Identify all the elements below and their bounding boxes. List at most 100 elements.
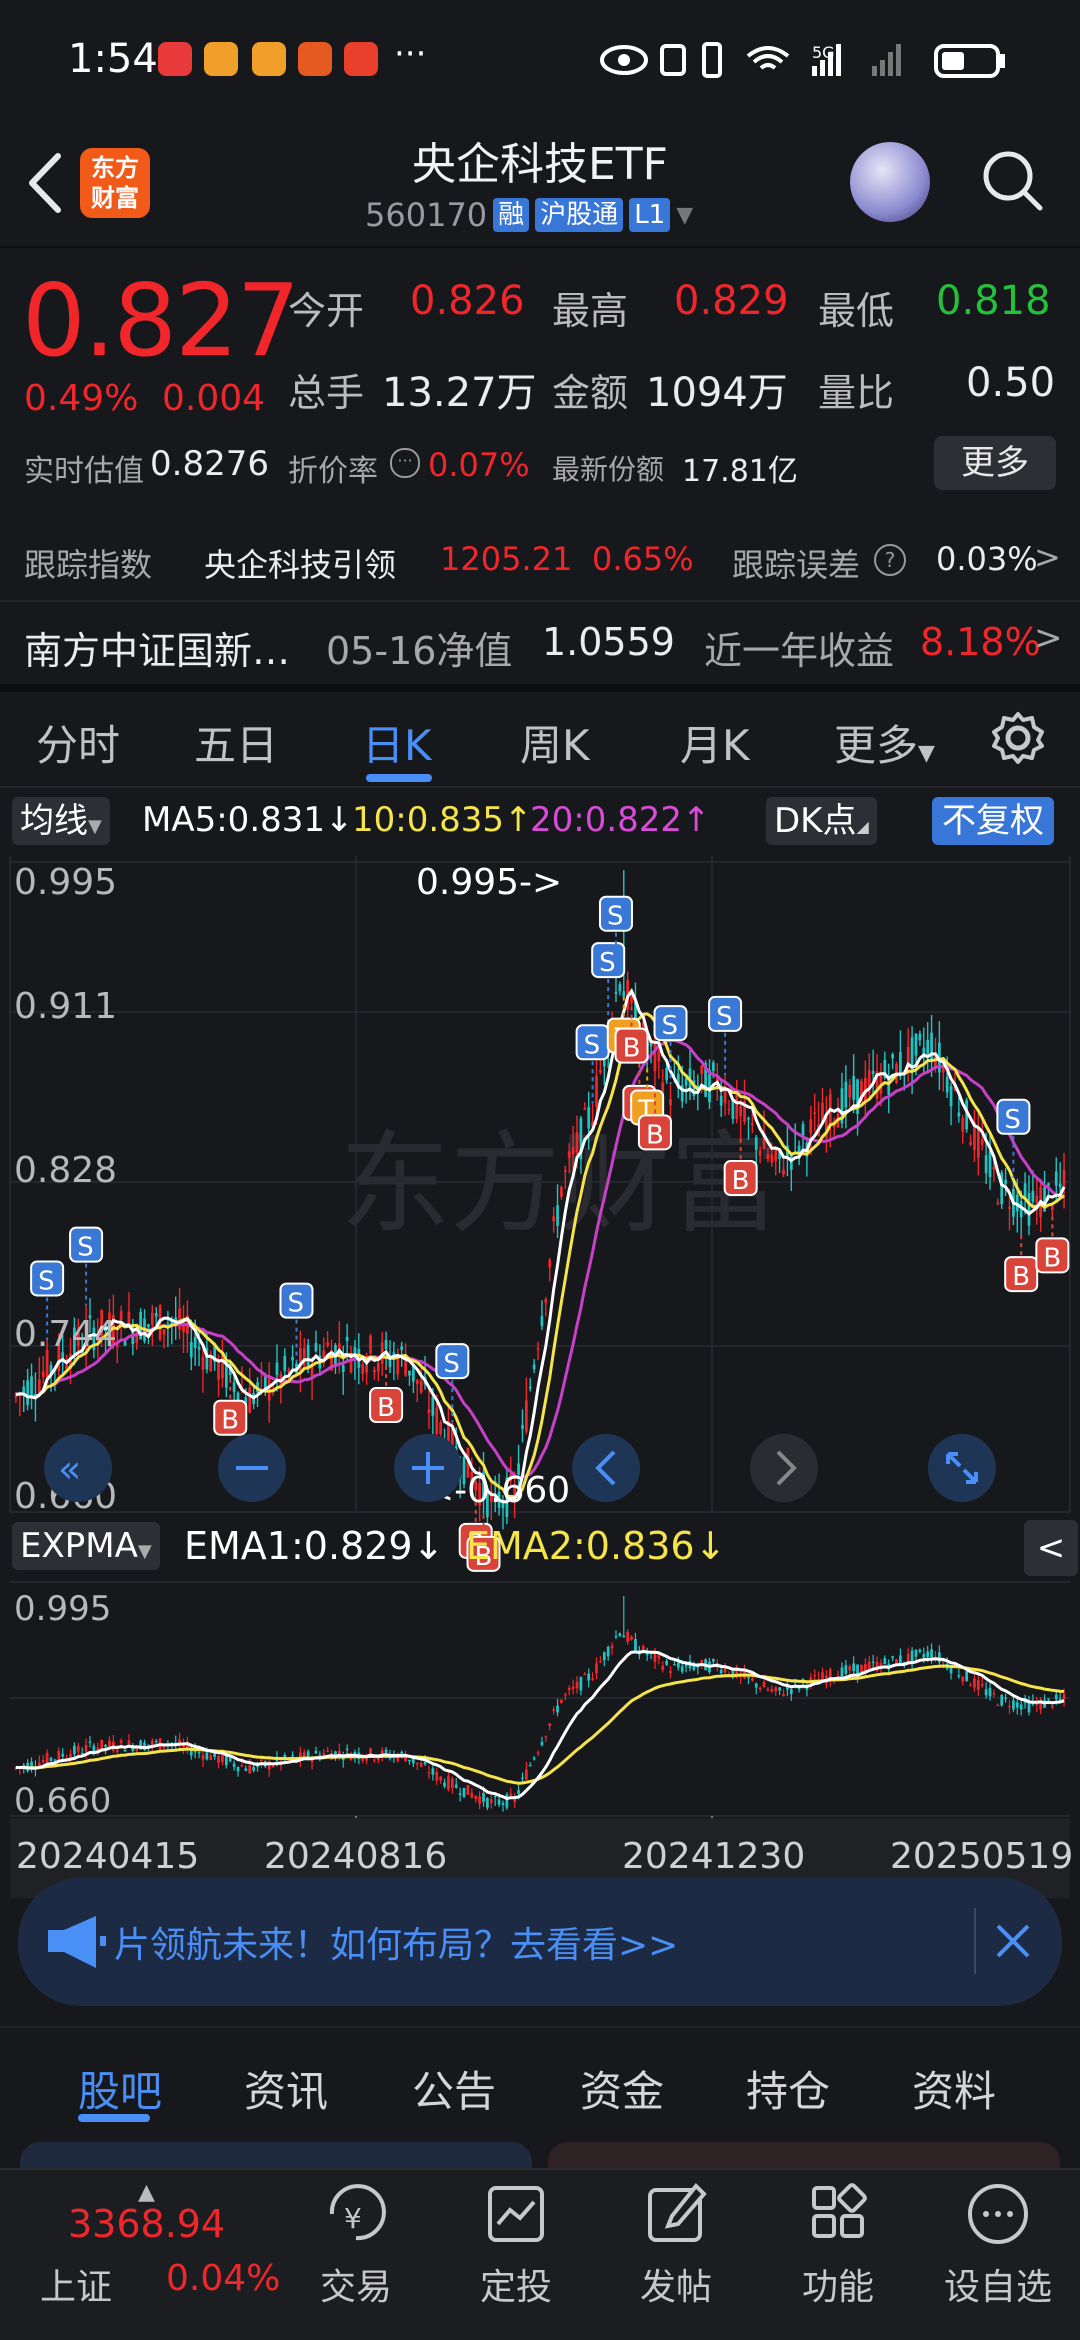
candle-body <box>384 1339 388 1350</box>
nav-trade[interactable]: 交易 <box>296 2258 416 2310</box>
candle-body <box>762 1681 766 1688</box>
volume-ratio-value: 0.50 <box>966 360 1056 406</box>
candle-body <box>1050 1705 1054 1708</box>
investment-plan-icon[interactable] <box>456 2180 576 2250</box>
candle-body <box>657 1655 661 1659</box>
candle-body <box>427 1772 431 1774</box>
candle-body <box>521 1425 524 1429</box>
candle-body <box>918 1649 922 1652</box>
tracking-row[interactable]: 跟踪指数 央企科技引领 1205.21 0.65% 跟踪误差 ? 0.03% > <box>0 520 1080 600</box>
svg-text:¥: ¥ <box>344 2202 362 2235</box>
candle-body <box>867 1661 871 1669</box>
amount-value: 1094万 <box>646 370 788 416</box>
candle-body <box>365 1364 368 1373</box>
candle-body <box>470 1792 474 1798</box>
candle-body <box>248 1765 252 1774</box>
candle-body <box>945 1076 949 1093</box>
gear-icon[interactable] <box>990 710 1046 766</box>
candle-body <box>700 1065 704 1075</box>
stock-code-line[interactable]: 560170 融 沪股通 L1 ▼ <box>365 196 693 234</box>
candle-body <box>221 1753 224 1763</box>
candle-body <box>408 1370 411 1376</box>
candle-body <box>552 1216 556 1222</box>
functions-icon[interactable] <box>778 2180 898 2250</box>
candle-body <box>193 1336 197 1348</box>
candle-body <box>61 1753 65 1757</box>
tab-announcements[interactable]: 公告 <box>412 2058 496 2119</box>
candle-body <box>431 1768 435 1775</box>
candle-body <box>521 1777 524 1779</box>
prev-button[interactable] <box>572 1434 640 1502</box>
candle-body <box>922 1654 926 1658</box>
tracking-index-name: 央企科技引领 <box>204 546 397 584</box>
tab-fund-flow[interactable]: 资金 <box>580 2058 664 2119</box>
signal-marker-label: S <box>443 1349 460 1379</box>
assistant-robot-icon[interactable] <box>850 142 930 222</box>
candle-body <box>314 1750 318 1754</box>
candle-body <box>260 1759 263 1762</box>
tab-forum[interactable]: 股吧 <box>78 2058 162 2119</box>
candle-body <box>976 1126 980 1158</box>
candle-body <box>431 1396 435 1416</box>
tab-news[interactable]: 资讯 <box>244 2058 328 2119</box>
candle-body <box>1058 1183 1062 1187</box>
candle-body <box>415 1379 419 1385</box>
more-button[interactable]: 更多 <box>934 436 1056 490</box>
sub-indicator-selector[interactable]: EXPMA▼ <box>12 1522 160 1570</box>
candle-body <box>949 1086 953 1107</box>
candle-body <box>162 1329 166 1335</box>
kline-chart[interactable]: 东方财富 SSBSBSBBSSSTBBTBSSBSBB 0.995 0.911 … <box>0 790 1080 1900</box>
candle-body <box>782 1169 785 1175</box>
candle-body <box>552 1709 556 1711</box>
candle-body <box>532 1757 536 1760</box>
tab-intraday[interactable]: 分时 <box>36 712 120 773</box>
tab-five-day[interactable]: 五日 <box>194 712 278 773</box>
nav-functions[interactable]: 功能 <box>778 2258 898 2310</box>
tab-more[interactable]: 更多▼ <box>834 712 935 773</box>
tab-weekly-k[interactable]: 周K <box>520 712 590 773</box>
sub-y-axis-label: 0.995 <box>14 1589 111 1629</box>
next-button[interactable] <box>750 1434 818 1502</box>
high-value: 0.829 <box>674 278 789 324</box>
collapse-panel-button[interactable]: < <box>1024 1520 1078 1576</box>
trade-icon[interactable]: ¥ <box>296 2180 416 2250</box>
tab-monthly-k[interactable]: 月K <box>680 712 750 773</box>
candle-body <box>719 1669 723 1674</box>
post-icon[interactable] <box>616 2180 736 2250</box>
candle-body <box>750 1123 754 1125</box>
tab-holdings[interactable]: 持仓 <box>746 2058 830 2119</box>
tab-daily-k[interactable]: 日K <box>362 712 432 773</box>
candle-body <box>754 1137 758 1150</box>
index-ticker[interactable]: ▲ 3368.94 上证 0.04% <box>18 2180 280 2330</box>
candle-body <box>778 1687 781 1691</box>
status-bar: 1:54 ··· 5G <box>0 0 1080 120</box>
watchlist-icon[interactable] <box>938 2180 1058 2250</box>
candle-body <box>373 1369 376 1373</box>
info-icon[interactable]: ··· <box>390 448 420 478</box>
candle-body <box>154 1313 158 1317</box>
candle-body <box>1050 1205 1054 1211</box>
promo-banner[interactable]: 片领航未来！如何布局？去看看>> <box>18 1878 1062 2006</box>
help-icon[interactable]: ? <box>874 544 906 576</box>
signal-marker-label: S <box>662 1011 679 1041</box>
chevron-down-icon: ▼ <box>137 1541 152 1562</box>
fullscreen-button[interactable] <box>928 1434 996 1502</box>
nav-post[interactable]: 发帖 <box>616 2258 736 2310</box>
candle-body <box>1062 1694 1066 1700</box>
nav-investment-plan[interactable]: 定投 <box>456 2258 576 2310</box>
candle-body <box>801 1124 805 1136</box>
candle-body <box>583 1108 587 1110</box>
related-fund-row[interactable]: 南方中证国新… 05-16净值 1.0559 近一年收益 8.18% > <box>0 604 1080 684</box>
nav-watchlist[interactable]: 设自选 <box>938 2258 1058 2310</box>
candle-body <box>314 1343 318 1352</box>
volume-label: 总手 <box>288 371 365 415</box>
y-axis-label: 0.911 <box>14 986 117 1027</box>
tab-profile[interactable]: 资料 <box>912 2058 996 2119</box>
divider <box>0 2168 1080 2170</box>
candle-body <box>119 1740 123 1744</box>
signal-marker-label: S <box>584 1030 601 1060</box>
candle-body <box>961 1118 965 1132</box>
active-tab-indicator <box>366 774 432 782</box>
close-icon[interactable] <box>990 1918 1036 1964</box>
search-icon[interactable] <box>978 146 1048 216</box>
